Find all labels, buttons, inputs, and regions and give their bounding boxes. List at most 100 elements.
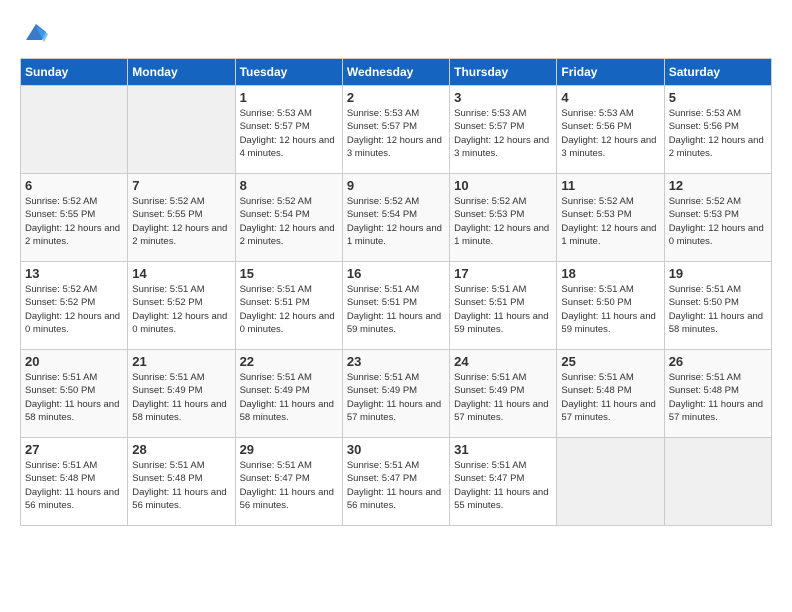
day-info: Sunrise: 5:51 AM Sunset: 5:50 PM Dayligh… bbox=[561, 283, 659, 336]
calendar-table: SundayMondayTuesdayWednesdayThursdayFrid… bbox=[20, 58, 772, 526]
day-number: 20 bbox=[25, 354, 123, 369]
calendar-cell: 17 Sunrise: 5:51 AM Sunset: 5:51 PM Dayl… bbox=[450, 262, 557, 350]
day-info: Sunrise: 5:52 AM Sunset: 5:53 PM Dayligh… bbox=[561, 195, 659, 248]
calendar-cell: 14 Sunrise: 5:51 AM Sunset: 5:52 PM Dayl… bbox=[128, 262, 235, 350]
calendar-cell: 16 Sunrise: 5:51 AM Sunset: 5:51 PM Dayl… bbox=[342, 262, 449, 350]
day-number: 14 bbox=[132, 266, 230, 281]
calendar-cell: 20 Sunrise: 5:51 AM Sunset: 5:50 PM Dayl… bbox=[21, 350, 128, 438]
day-info: Sunrise: 5:51 AM Sunset: 5:52 PM Dayligh… bbox=[132, 283, 230, 336]
day-info: Sunrise: 5:51 AM Sunset: 5:51 PM Dayligh… bbox=[347, 283, 445, 336]
day-info: Sunrise: 5:53 AM Sunset: 5:57 PM Dayligh… bbox=[454, 107, 552, 160]
logo bbox=[20, 20, 50, 48]
day-info: Sunrise: 5:53 AM Sunset: 5:57 PM Dayligh… bbox=[240, 107, 338, 160]
day-info: Sunrise: 5:53 AM Sunset: 5:56 PM Dayligh… bbox=[561, 107, 659, 160]
day-info: Sunrise: 5:52 AM Sunset: 5:55 PM Dayligh… bbox=[25, 195, 123, 248]
day-info: Sunrise: 5:52 AM Sunset: 5:54 PM Dayligh… bbox=[240, 195, 338, 248]
calendar-cell: 6 Sunrise: 5:52 AM Sunset: 5:55 PM Dayli… bbox=[21, 174, 128, 262]
calendar-week-1: 1 Sunrise: 5:53 AM Sunset: 5:57 PM Dayli… bbox=[21, 86, 772, 174]
calendar-cell: 22 Sunrise: 5:51 AM Sunset: 5:49 PM Dayl… bbox=[235, 350, 342, 438]
calendar-cell: 29 Sunrise: 5:51 AM Sunset: 5:47 PM Dayl… bbox=[235, 438, 342, 526]
calendar-cell: 18 Sunrise: 5:51 AM Sunset: 5:50 PM Dayl… bbox=[557, 262, 664, 350]
calendar-cell: 8 Sunrise: 5:52 AM Sunset: 5:54 PM Dayli… bbox=[235, 174, 342, 262]
day-number: 27 bbox=[25, 442, 123, 457]
day-number: 15 bbox=[240, 266, 338, 281]
day-info: Sunrise: 5:52 AM Sunset: 5:52 PM Dayligh… bbox=[25, 283, 123, 336]
calendar-week-2: 6 Sunrise: 5:52 AM Sunset: 5:55 PM Dayli… bbox=[21, 174, 772, 262]
calendar-cell: 3 Sunrise: 5:53 AM Sunset: 5:57 PM Dayli… bbox=[450, 86, 557, 174]
calendar-cell: 10 Sunrise: 5:52 AM Sunset: 5:53 PM Dayl… bbox=[450, 174, 557, 262]
calendar-week-4: 20 Sunrise: 5:51 AM Sunset: 5:50 PM Dayl… bbox=[21, 350, 772, 438]
day-number: 31 bbox=[454, 442, 552, 457]
day-info: Sunrise: 5:51 AM Sunset: 5:48 PM Dayligh… bbox=[561, 371, 659, 424]
day-info: Sunrise: 5:53 AM Sunset: 5:57 PM Dayligh… bbox=[347, 107, 445, 160]
day-number: 6 bbox=[25, 178, 123, 193]
calendar-header-row: SundayMondayTuesdayWednesdayThursdayFrid… bbox=[21, 59, 772, 86]
day-number: 11 bbox=[561, 178, 659, 193]
calendar-cell bbox=[557, 438, 664, 526]
day-number: 28 bbox=[132, 442, 230, 457]
day-number: 18 bbox=[561, 266, 659, 281]
calendar-cell: 15 Sunrise: 5:51 AM Sunset: 5:51 PM Dayl… bbox=[235, 262, 342, 350]
day-number: 30 bbox=[347, 442, 445, 457]
page-header bbox=[20, 20, 772, 48]
day-info: Sunrise: 5:51 AM Sunset: 5:49 PM Dayligh… bbox=[132, 371, 230, 424]
calendar-cell: 13 Sunrise: 5:52 AM Sunset: 5:52 PM Dayl… bbox=[21, 262, 128, 350]
calendar-cell: 25 Sunrise: 5:51 AM Sunset: 5:48 PM Dayl… bbox=[557, 350, 664, 438]
day-info: Sunrise: 5:51 AM Sunset: 5:47 PM Dayligh… bbox=[240, 459, 338, 512]
day-number: 7 bbox=[132, 178, 230, 193]
calendar-week-5: 27 Sunrise: 5:51 AM Sunset: 5:48 PM Dayl… bbox=[21, 438, 772, 526]
day-number: 1 bbox=[240, 90, 338, 105]
day-number: 17 bbox=[454, 266, 552, 281]
calendar-cell: 4 Sunrise: 5:53 AM Sunset: 5:56 PM Dayli… bbox=[557, 86, 664, 174]
day-number: 2 bbox=[347, 90, 445, 105]
day-info: Sunrise: 5:51 AM Sunset: 5:50 PM Dayligh… bbox=[669, 283, 767, 336]
day-info: Sunrise: 5:51 AM Sunset: 5:49 PM Dayligh… bbox=[240, 371, 338, 424]
calendar-cell: 7 Sunrise: 5:52 AM Sunset: 5:55 PM Dayli… bbox=[128, 174, 235, 262]
day-info: Sunrise: 5:52 AM Sunset: 5:53 PM Dayligh… bbox=[454, 195, 552, 248]
day-info: Sunrise: 5:52 AM Sunset: 5:55 PM Dayligh… bbox=[132, 195, 230, 248]
day-number: 25 bbox=[561, 354, 659, 369]
calendar-cell: 28 Sunrise: 5:51 AM Sunset: 5:48 PM Dayl… bbox=[128, 438, 235, 526]
day-number: 12 bbox=[669, 178, 767, 193]
calendar-cell bbox=[664, 438, 771, 526]
calendar-header-thursday: Thursday bbox=[450, 59, 557, 86]
day-info: Sunrise: 5:52 AM Sunset: 5:53 PM Dayligh… bbox=[669, 195, 767, 248]
calendar-cell: 12 Sunrise: 5:52 AM Sunset: 5:53 PM Dayl… bbox=[664, 174, 771, 262]
day-number: 26 bbox=[669, 354, 767, 369]
calendar-header-saturday: Saturday bbox=[664, 59, 771, 86]
calendar-cell: 24 Sunrise: 5:51 AM Sunset: 5:49 PM Dayl… bbox=[450, 350, 557, 438]
day-info: Sunrise: 5:51 AM Sunset: 5:51 PM Dayligh… bbox=[240, 283, 338, 336]
calendar-cell: 5 Sunrise: 5:53 AM Sunset: 5:56 PM Dayli… bbox=[664, 86, 771, 174]
calendar-cell: 19 Sunrise: 5:51 AM Sunset: 5:50 PM Dayl… bbox=[664, 262, 771, 350]
day-info: Sunrise: 5:51 AM Sunset: 5:48 PM Dayligh… bbox=[25, 459, 123, 512]
day-number: 8 bbox=[240, 178, 338, 193]
calendar-cell: 11 Sunrise: 5:52 AM Sunset: 5:53 PM Dayl… bbox=[557, 174, 664, 262]
day-number: 24 bbox=[454, 354, 552, 369]
calendar-cell: 31 Sunrise: 5:51 AM Sunset: 5:47 PM Dayl… bbox=[450, 438, 557, 526]
day-info: Sunrise: 5:51 AM Sunset: 5:51 PM Dayligh… bbox=[454, 283, 552, 336]
day-info: Sunrise: 5:51 AM Sunset: 5:49 PM Dayligh… bbox=[454, 371, 552, 424]
day-info: Sunrise: 5:51 AM Sunset: 5:48 PM Dayligh… bbox=[132, 459, 230, 512]
calendar-cell bbox=[21, 86, 128, 174]
calendar-week-3: 13 Sunrise: 5:52 AM Sunset: 5:52 PM Dayl… bbox=[21, 262, 772, 350]
day-number: 9 bbox=[347, 178, 445, 193]
day-info: Sunrise: 5:51 AM Sunset: 5:49 PM Dayligh… bbox=[347, 371, 445, 424]
day-number: 16 bbox=[347, 266, 445, 281]
day-number: 10 bbox=[454, 178, 552, 193]
day-number: 23 bbox=[347, 354, 445, 369]
day-number: 13 bbox=[25, 266, 123, 281]
day-number: 19 bbox=[669, 266, 767, 281]
day-info: Sunrise: 5:52 AM Sunset: 5:54 PM Dayligh… bbox=[347, 195, 445, 248]
calendar-cell: 21 Sunrise: 5:51 AM Sunset: 5:49 PM Dayl… bbox=[128, 350, 235, 438]
day-number: 22 bbox=[240, 354, 338, 369]
calendar-header-friday: Friday bbox=[557, 59, 664, 86]
day-number: 3 bbox=[454, 90, 552, 105]
day-info: Sunrise: 5:51 AM Sunset: 5:48 PM Dayligh… bbox=[669, 371, 767, 424]
calendar-cell: 2 Sunrise: 5:53 AM Sunset: 5:57 PM Dayli… bbox=[342, 86, 449, 174]
day-number: 5 bbox=[669, 90, 767, 105]
day-info: Sunrise: 5:51 AM Sunset: 5:47 PM Dayligh… bbox=[454, 459, 552, 512]
day-number: 29 bbox=[240, 442, 338, 457]
logo-icon bbox=[22, 20, 50, 48]
calendar-header-tuesday: Tuesday bbox=[235, 59, 342, 86]
calendar-header-sunday: Sunday bbox=[21, 59, 128, 86]
